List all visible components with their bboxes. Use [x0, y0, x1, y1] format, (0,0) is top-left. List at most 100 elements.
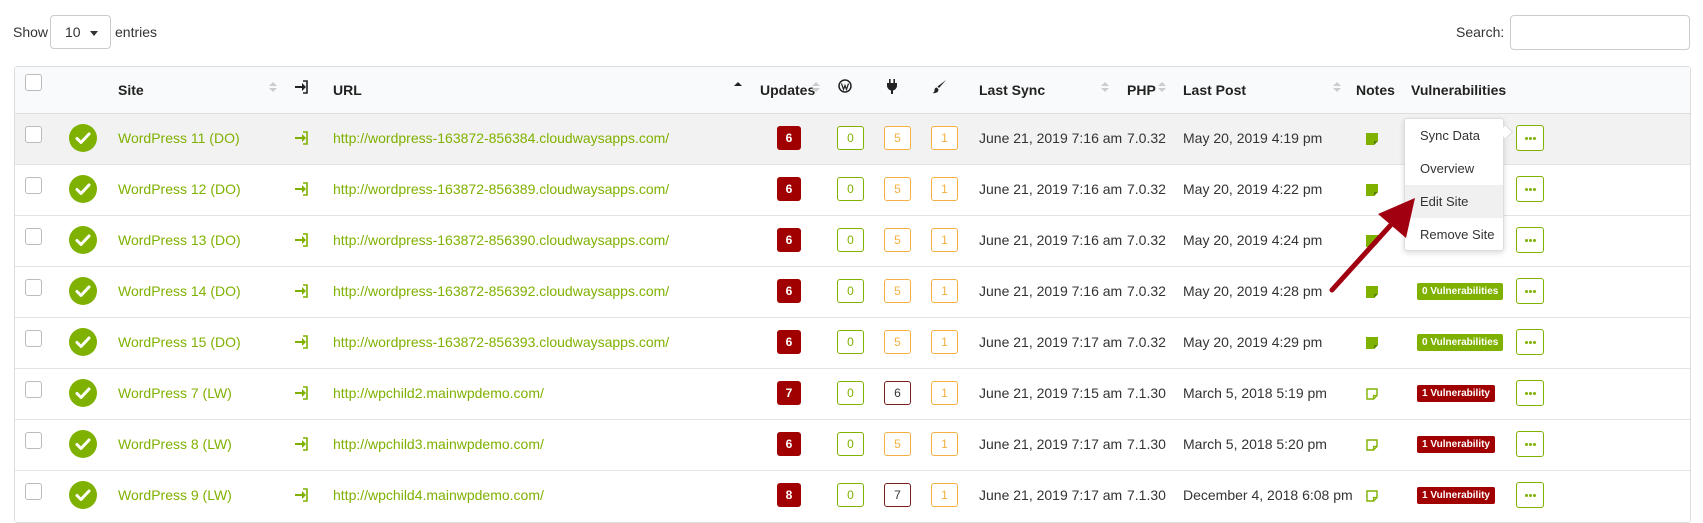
wp-core-badge[interactable]: 0: [837, 432, 864, 456]
url-link[interactable]: http://wpchild4.mainwpdemo.com/: [333, 487, 544, 503]
updates-badge[interactable]: 8: [777, 483, 801, 507]
wp-core-badge[interactable]: 0: [837, 330, 864, 354]
table-row[interactable]: WordPress 9 (LW) http://wpchild4.mainwpd…: [15, 471, 1690, 522]
sticky-note-icon[interactable]: [1366, 285, 1378, 301]
sign-in-icon[interactable]: [294, 386, 308, 403]
plugins-badge[interactable]: 5: [884, 126, 911, 150]
themes-badge[interactable]: 1: [931, 330, 958, 354]
url-link[interactable]: http://wpchild3.mainwpdemo.com/: [333, 436, 544, 452]
sticky-note-icon[interactable]: [1366, 183, 1378, 199]
sign-in-icon[interactable]: [294, 233, 308, 250]
column-notes[interactable]: Notes: [1356, 82, 1395, 98]
wp-core-badge[interactable]: 0: [837, 228, 864, 252]
sign-in-icon[interactable]: [294, 182, 308, 199]
row-checkbox[interactable]: [25, 126, 42, 143]
plugins-badge[interactable]: 5: [884, 330, 911, 354]
url-link[interactable]: http://wordpress-163872-856384.cloudways…: [333, 130, 669, 146]
sign-in-icon[interactable]: [294, 488, 308, 505]
themes-badge[interactable]: 1: [931, 432, 958, 456]
plugins-badge[interactable]: 7: [884, 483, 911, 507]
wp-core-badge[interactable]: 0: [837, 381, 864, 405]
table-row[interactable]: WordPress 15 (DO) http://wordpress-16387…: [15, 318, 1690, 369]
menu-item-edit-site[interactable]: Edit Site: [1405, 185, 1503, 218]
sign-in-icon[interactable]: [294, 335, 308, 352]
themes-badge[interactable]: 1: [931, 126, 958, 150]
vulnerability-badge[interactable]: 1 Vulnerability: [1417, 385, 1495, 402]
row-checkbox[interactable]: [25, 432, 42, 449]
more-actions-button[interactable]: [1516, 380, 1544, 406]
site-link[interactable]: WordPress 13 (DO): [118, 232, 241, 248]
themes-badge[interactable]: 1: [931, 483, 958, 507]
url-link[interactable]: http://wpchild2.mainwpdemo.com/: [333, 385, 544, 401]
site-link[interactable]: WordPress 9 (LW): [118, 487, 232, 503]
url-link[interactable]: http://wordpress-163872-856389.cloudways…: [333, 181, 669, 197]
more-actions-button[interactable]: [1516, 482, 1544, 508]
sort-icon[interactable]: [1101, 82, 1109, 94]
plug-icon[interactable]: [886, 79, 898, 97]
column-last-sync[interactable]: Last Sync: [979, 82, 1045, 98]
site-link[interactable]: WordPress 14 (DO): [118, 283, 241, 299]
table-row[interactable]: WordPress 14 (DO) http://wordpress-16387…: [15, 267, 1690, 318]
row-checkbox[interactable]: [25, 177, 42, 194]
page-length-select[interactable]: 10: [50, 15, 111, 49]
sticky-note-icon[interactable]: [1366, 132, 1378, 148]
wp-core-badge[interactable]: 0: [837, 126, 864, 150]
themes-badge[interactable]: 1: [931, 228, 958, 252]
sign-in-icon[interactable]: [294, 437, 308, 454]
menu-item-sync-data[interactable]: Sync Data: [1405, 119, 1503, 152]
plugins-badge[interactable]: 6: [884, 381, 911, 405]
themes-badge[interactable]: 1: [931, 381, 958, 405]
vulnerability-badge[interactable]: 0 Vulnerabilities: [1417, 334, 1504, 351]
row-checkbox[interactable]: [25, 381, 42, 398]
row-checkbox[interactable]: [25, 330, 42, 347]
more-actions-button[interactable]: [1516, 431, 1544, 457]
updates-badge[interactable]: 6: [777, 228, 801, 252]
sticky-note-outline-icon[interactable]: [1366, 438, 1378, 454]
plugins-badge[interactable]: 5: [884, 279, 911, 303]
vulnerability-badge[interactable]: 1 Vulnerability: [1417, 487, 1495, 504]
column-url[interactable]: URL: [333, 82, 362, 98]
sticky-note-icon[interactable]: [1366, 336, 1378, 352]
table-row[interactable]: WordPress 8 (LW) http://wpchild3.mainwpd…: [15, 420, 1690, 471]
themes-badge[interactable]: 1: [931, 177, 958, 201]
site-link[interactable]: WordPress 7 (LW): [118, 385, 232, 401]
table-row[interactable]: WordPress 7 (LW) http://wpchild2.mainwpd…: [15, 369, 1690, 420]
themes-badge[interactable]: 1: [931, 279, 958, 303]
sort-asc-icon[interactable]: [734, 82, 742, 94]
vulnerability-badge[interactable]: 1 Vulnerability: [1417, 436, 1495, 453]
menu-item-remove-site[interactable]: Remove Site: [1405, 218, 1503, 251]
sticky-note-outline-icon[interactable]: [1366, 387, 1378, 403]
select-all-checkbox[interactable]: [25, 74, 42, 91]
row-checkbox[interactable]: [25, 483, 42, 500]
url-link[interactable]: http://wordpress-163872-856390.cloudways…: [333, 232, 669, 248]
column-php[interactable]: PHP: [1127, 82, 1156, 98]
updates-badge[interactable]: 6: [777, 432, 801, 456]
sort-icon[interactable]: [1158, 82, 1166, 94]
updates-badge[interactable]: 6: [777, 177, 801, 201]
sign-in-icon[interactable]: [294, 131, 308, 148]
sort-icon[interactable]: [1333, 82, 1341, 94]
site-link[interactable]: WordPress 11 (DO): [118, 130, 240, 146]
menu-item-overview[interactable]: Overview: [1405, 152, 1503, 185]
plugins-badge[interactable]: 5: [884, 177, 911, 201]
row-checkbox[interactable]: [25, 279, 42, 296]
more-actions-button[interactable]: [1516, 176, 1544, 202]
column-site[interactable]: Site: [118, 82, 144, 98]
vulnerability-badge[interactable]: 0 Vulnerabilities: [1417, 283, 1504, 300]
column-updates[interactable]: Updates: [760, 82, 815, 98]
more-actions-button[interactable]: [1516, 227, 1544, 253]
search-input[interactable]: [1510, 15, 1690, 50]
row-checkbox[interactable]: [25, 228, 42, 245]
url-link[interactable]: http://wordpress-163872-856393.cloudways…: [333, 334, 669, 350]
more-actions-button[interactable]: [1516, 278, 1544, 304]
plugins-badge[interactable]: 5: [884, 228, 911, 252]
more-actions-button[interactable]: [1516, 329, 1544, 355]
wp-core-badge[interactable]: 0: [837, 279, 864, 303]
url-link[interactable]: http://wordpress-163872-856392.cloudways…: [333, 283, 669, 299]
sign-in-icon[interactable]: [294, 284, 308, 301]
updates-badge[interactable]: 6: [777, 279, 801, 303]
site-link[interactable]: WordPress 8 (LW): [118, 436, 232, 452]
sort-icon[interactable]: [269, 82, 277, 94]
wp-core-badge[interactable]: 0: [837, 177, 864, 201]
plugins-badge[interactable]: 5: [884, 432, 911, 456]
